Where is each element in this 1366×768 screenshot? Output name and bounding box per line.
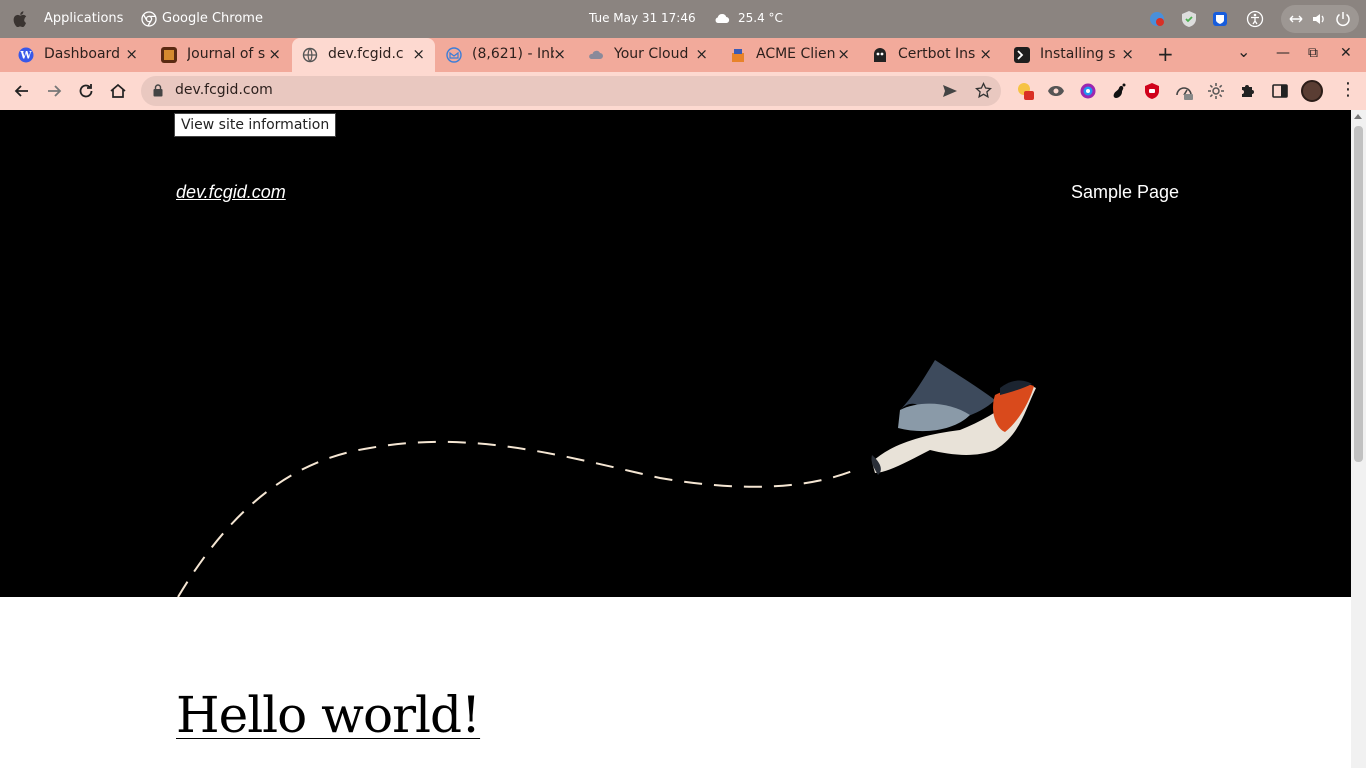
tab-label: Dashboard [44,46,120,62]
address-bar[interactable]: dev.fcgid.com [141,76,1001,106]
acme-icon [732,49,744,62]
tab-search-button[interactable]: ⌄ [1237,42,1250,61]
site-title-link[interactable]: dev.fcgid.com [176,182,286,203]
bookmark-star-icon[interactable] [975,82,992,99]
idea-extension-icon[interactable] [1016,82,1034,100]
site-info-tooltip: View site information [174,113,337,137]
tab-close-button[interactable]: × [412,45,425,63]
color-picker-icon[interactable] [1079,82,1097,100]
hero-header: dev.fcgid.com Sample Page [0,110,1351,597]
send-tab-icon[interactable] [942,83,958,99]
chrome-menu-icon[interactable]: ⋮ [1339,80,1357,100]
home-icon[interactable] [108,81,128,101]
new-tab-button[interactable]: + [1157,42,1174,66]
mail-icon [446,47,462,63]
tab-dashboard[interactable]: W Dashboard × [8,38,148,72]
ublock-icon[interactable] [1143,82,1161,100]
wordpress-icon: W [18,47,34,63]
extensions-puzzle-icon[interactable] [1239,82,1257,100]
flight-path-dashed-line [177,440,861,597]
tab-your-cloud[interactable]: Your Cloud × [578,38,718,72]
tab-close-button[interactable]: × [268,45,281,63]
gnome-extension-icon[interactable] [1111,82,1129,100]
nav-sample-page[interactable]: Sample Page [1071,182,1179,203]
chrome-icon [141,11,157,27]
terminal-icon [1014,47,1030,63]
post-title-link[interactable]: Hello world! [176,686,481,744]
tab-label: dev.fcgid.c [328,46,404,62]
profile-avatar[interactable] [1301,80,1323,102]
active-app-label[interactable]: Google Chrome [162,11,263,26]
shield-icon[interactable] [1180,10,1198,28]
volume-icon[interactable] [1310,10,1328,28]
close-window-button[interactable]: ✕ [1340,45,1352,61]
reload-icon[interactable] [76,81,96,101]
browser-toolbar: dev.fcgid.com 4 ⋮ [0,72,1366,174]
tab-certbot[interactable]: Certbot Ins × [862,38,1002,72]
tab-label: Certbot Ins [898,46,976,62]
back-icon[interactable] [12,81,32,101]
clock[interactable]: Tue May 31 17:46 [589,11,696,25]
tab-label: Journal of s [187,46,266,62]
bird-illustration [871,360,1036,475]
globe-icon [302,47,318,63]
eye-icon[interactable] [1047,82,1065,100]
scroll-up-arrow-icon[interactable] [1354,114,1362,119]
tab-close-button[interactable]: × [695,45,708,63]
tab-installing[interactable]: Installing s × [1004,38,1144,72]
apple-logo-icon[interactable] [13,11,27,27]
accessibility-icon[interactable] [1246,10,1264,28]
forward-icon[interactable] [44,81,64,101]
page-scrollbar[interactable] [1351,110,1366,768]
chrome-remote-icon[interactable] [1148,10,1166,28]
tab-journal[interactable]: Journal of s × [151,38,291,72]
bitwarden-icon[interactable] [1211,10,1229,28]
tab-close-button[interactable]: × [125,45,138,63]
tab-inbox[interactable]: (8,621) - Inb × [436,38,576,72]
tab-dev-fcgid[interactable]: dev.fcgid.c × [292,38,435,72]
tab-label: (8,621) - Inb [472,46,554,62]
restore-button[interactable]: ⧉ [1308,45,1318,61]
settings-gear-icon[interactable] [1207,82,1225,100]
applications-menu[interactable]: Applications [44,11,123,26]
weather-temperature[interactable]: 25.4 °C [738,11,783,25]
tab-label: ACME Clien [756,46,836,62]
tab-label: Your Cloud [614,46,689,62]
power-icon[interactable] [1334,10,1352,28]
svg-text:W: W [19,51,32,62]
certbot-icon [874,48,886,62]
tab-close-button[interactable]: × [837,45,850,63]
tab-close-button[interactable]: × [553,45,566,63]
network-icon[interactable] [1287,10,1305,28]
url-text[interactable]: dev.fcgid.com [175,82,273,98]
scrollbar-thumb[interactable] [1354,126,1363,462]
lock-icon[interactable] [153,84,163,97]
journal-icon [161,47,177,63]
cloud-icon [589,50,603,59]
tab-close-button[interactable]: × [1121,45,1134,63]
tab-acme-client[interactable]: ACME Clien × [720,38,860,72]
side-panel-icon[interactable] [1271,82,1289,100]
os-top-bar: Applications Google Chrome Tue May 31 17… [0,0,1366,38]
cloud-icon [715,14,730,24]
minimize-button[interactable]: — [1276,45,1290,61]
tab-label: Installing s [1040,46,1116,62]
tab-close-button[interactable]: × [979,45,992,63]
web-page: dev.fcgid.com Sample Page View site info… [0,110,1351,768]
speed-extension-icon[interactable] [1175,82,1193,100]
